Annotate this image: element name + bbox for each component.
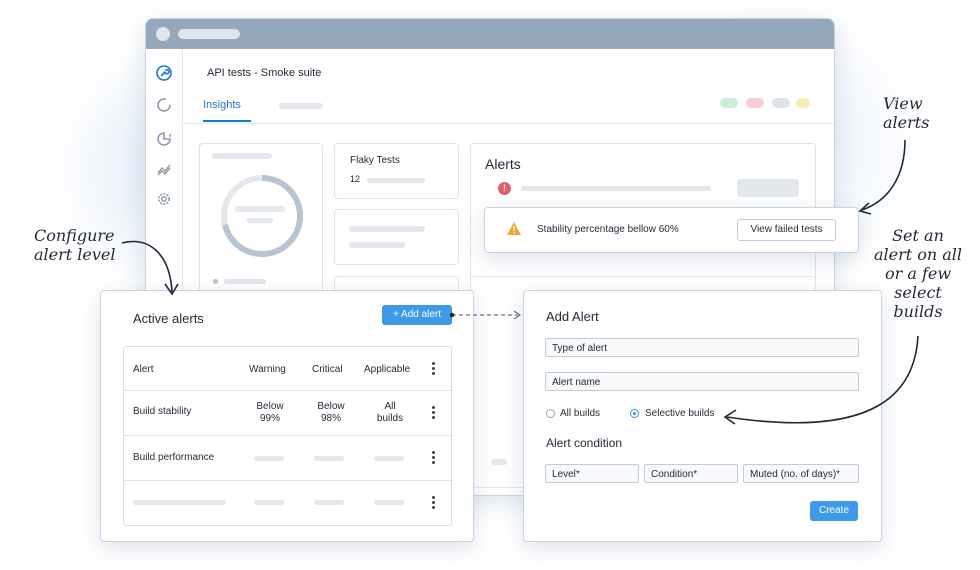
annotation-line: select <box>894 283 942 302</box>
annotation-view-alerts: View alerts <box>883 94 929 132</box>
annotation-line: alerts <box>883 113 930 132</box>
annotation-line: Set an <box>892 226 944 245</box>
annotation-line: View <box>883 94 923 113</box>
annotation-configure: Configure alert level <box>34 226 116 264</box>
annotation-line: alert on all <box>873 245 963 264</box>
annotation-arrows <box>121 139 919 425</box>
annotation-line: builds <box>893 302 943 321</box>
annotation-set-alert: Set an alert on all or a few select buil… <box>868 226 968 321</box>
annotation-line: alert level <box>34 245 116 264</box>
annotation-line: or a few <box>884 264 952 283</box>
annotation-line: Configure <box>34 226 115 245</box>
